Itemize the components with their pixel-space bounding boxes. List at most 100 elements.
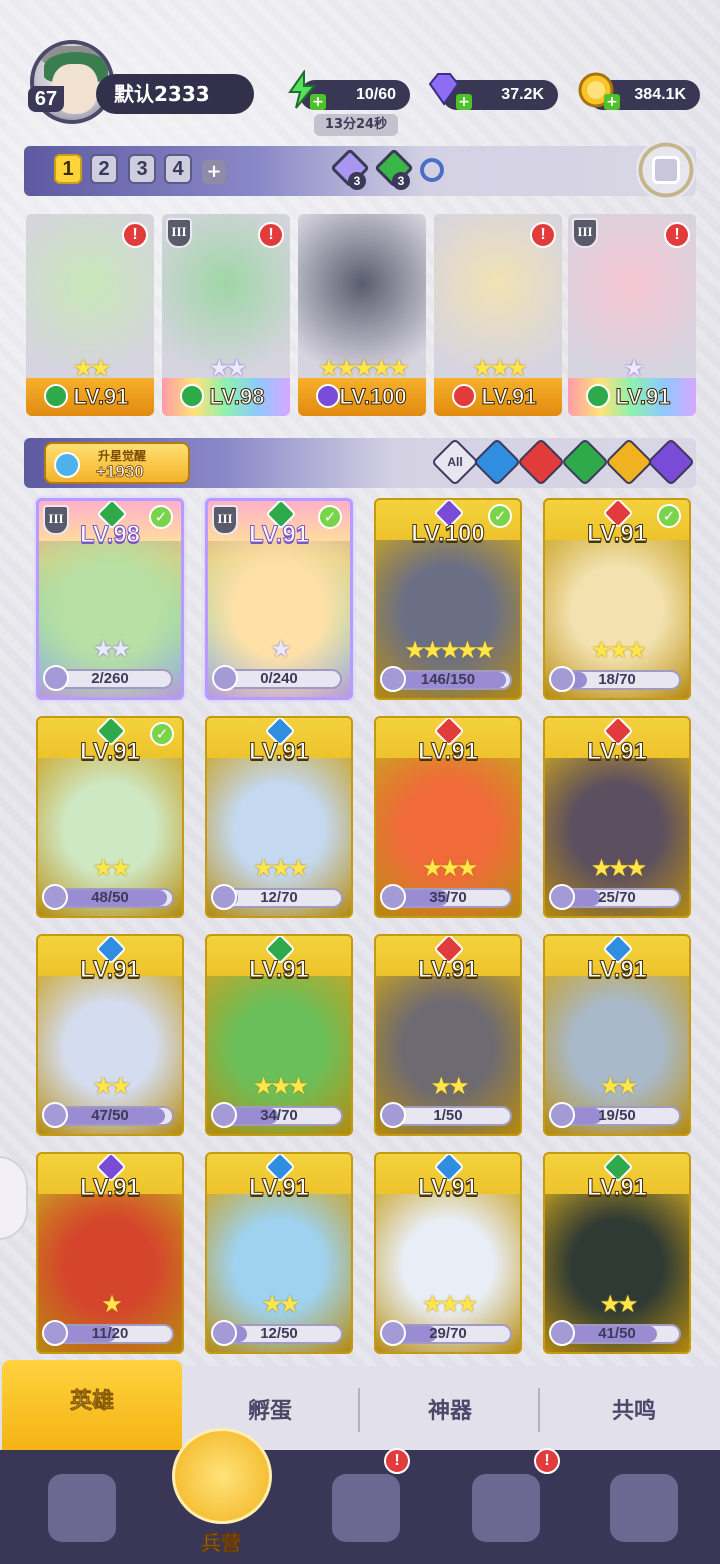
- player-name[interactable]: 默认2333: [96, 74, 254, 114]
- hero-card[interactable]: LV.91 ★ 11/20: [36, 1152, 184, 1354]
- shard-progress-bar: 146/150: [380, 666, 512, 692]
- hero-card[interactable]: LV.91 ✓ ★★★ 18/70: [543, 498, 691, 700]
- element-icon: [316, 384, 340, 408]
- team-green-gem-counter: 3: [374, 148, 414, 190]
- in-team-check-icon: ✓: [318, 505, 342, 529]
- add-gold-button[interactable]: +: [604, 94, 620, 110]
- shard-icon: [43, 665, 69, 691]
- hero-card[interactable]: LV.91 ★★ 47/50: [36, 934, 184, 1136]
- share-button[interactable]: [636, 140, 696, 200]
- add-gems-button[interactable]: +: [456, 94, 472, 110]
- share-icon: [652, 156, 680, 184]
- tab-resonance[interactable]: 共鸣: [544, 1374, 720, 1450]
- team-slot-3[interactable]: 3: [128, 154, 156, 184]
- shard-icon: [212, 665, 238, 691]
- castle-icon: [472, 1474, 540, 1542]
- hero-stars: ★★: [261, 1290, 300, 1318]
- tab-divider: [538, 1388, 540, 1432]
- hero-level: LV.91: [417, 1174, 479, 1202]
- hero-level: LV.91: [417, 956, 479, 984]
- hero-stars: ★★★: [590, 854, 648, 882]
- team-slot-1[interactable]: 1: [54, 154, 82, 184]
- hero-level: LV.91: [586, 1174, 648, 1202]
- lineup-hero-card[interactable]: ★★ LV.91!: [26, 214, 154, 416]
- hero-card[interactable]: LV.91 ★★★ 35/70: [374, 716, 522, 918]
- search-icon[interactable]: [420, 158, 444, 182]
- hero-level: LV.91: [586, 738, 648, 766]
- hero-card[interactable]: LV.91 ★★ 19/50: [543, 934, 691, 1136]
- hero-level: LV.91: [79, 956, 141, 984]
- lineup-hero-card[interactable]: ★★ LV.98 III!: [162, 214, 290, 416]
- side-chat-bubble[interactable]: [0, 1156, 28, 1240]
- hero-card[interactable]: LV.91 ★★ 1/50: [374, 934, 522, 1136]
- in-team-check-icon: ✓: [150, 722, 174, 746]
- shard-progress-bar: 12/50: [211, 1320, 343, 1346]
- element-icon: [586, 384, 610, 408]
- team-slot-2[interactable]: 2: [90, 154, 118, 184]
- shard-icon: [211, 1320, 237, 1346]
- hero-card[interactable]: LV.91 ★★★ 25/70: [543, 716, 691, 918]
- shard-progress-bar: 2/260: [43, 665, 173, 691]
- hero-card[interactable]: LV.91 ★★★ 12/70: [205, 716, 353, 918]
- nav-barracks[interactable]: 兵营: [164, 1428, 278, 1562]
- alert-icon: !: [258, 222, 284, 248]
- filter-light-icon[interactable]: [604, 437, 654, 487]
- hero-card[interactable]: LV.91 ★★★ 34/70: [205, 934, 353, 1136]
- add-team-button[interactable]: +: [202, 160, 226, 184]
- hero-stars: ★★: [599, 1290, 638, 1318]
- shard-icon: [549, 884, 575, 910]
- shard-progress-bar: 11/20: [42, 1320, 174, 1346]
- shard-icon: [549, 1102, 575, 1128]
- nav-map[interactable]: !: [314, 1448, 414, 1554]
- shard-progress-bar: 19/50: [549, 1102, 681, 1128]
- hero-level: LV.91: [586, 956, 648, 984]
- lineup-hero-card[interactable]: ★★★ LV.91!: [434, 214, 562, 416]
- hero-card[interactable]: LV.91 ✓ ★★ 48/50: [36, 716, 184, 918]
- hero-level: LV.91: [79, 1174, 141, 1202]
- nav-cards[interactable]: [30, 1464, 130, 1554]
- filter-fire-icon[interactable]: [516, 437, 566, 487]
- hero-card[interactable]: LV.91 ★★★ 29/70: [374, 1152, 522, 1354]
- lineup-hero-card[interactable]: ★★★★★ LV.100: [298, 214, 426, 416]
- in-team-check-icon: ✓: [149, 505, 173, 529]
- shard-progress-bar: 18/70: [549, 666, 681, 692]
- hero-stars: ★★: [430, 1072, 469, 1100]
- shard-progress-bar: 47/50: [42, 1102, 174, 1128]
- team-bar: 1 2 3 4 + 3 3: [24, 140, 696, 200]
- shard-icon: [42, 1320, 68, 1346]
- tier-badge-icon: III: [212, 505, 238, 535]
- nav-castle[interactable]: !: [454, 1448, 560, 1554]
- shard-progress-bar: 41/50: [549, 1320, 681, 1346]
- shard-progress-bar: 29/70: [380, 1320, 512, 1346]
- team-slot-4[interactable]: 4: [164, 154, 192, 184]
- hero-card[interactable]: LV.91 ★★ 41/50: [543, 1152, 691, 1354]
- tab-heroes[interactable]: 英雄: [2, 1360, 182, 1450]
- awaken-button[interactable]: 升星觉醒 +1930: [44, 442, 190, 484]
- hero-level: LV.91: [248, 956, 310, 984]
- shard-icon: [380, 666, 406, 692]
- hero-stars: ★★★: [421, 1290, 479, 1318]
- hero-stars: ★★: [92, 854, 131, 882]
- add-energy-button[interactable]: +: [310, 94, 326, 110]
- bottom-nav: 兵营 ! !: [0, 1428, 720, 1564]
- nav-mushroom[interactable]: [592, 1464, 692, 1554]
- shard-icon: [549, 666, 575, 692]
- tab-artifact[interactable]: 神器: [360, 1374, 540, 1450]
- shard-progress-bar: 12/70: [211, 884, 343, 910]
- mushroom-icon: [610, 1474, 678, 1542]
- filter-all-icon[interactable]: All: [430, 437, 480, 487]
- sub-tab-bar: 英雄 孵蛋 神器 共鸣: [0, 1360, 720, 1450]
- hero-card[interactable]: LV.91 ★★ 12/50: [205, 1152, 353, 1354]
- shard-icon: [211, 1102, 237, 1128]
- filter-water-icon[interactable]: [472, 437, 522, 487]
- filter-nature-icon[interactable]: [560, 437, 610, 487]
- filter-dark-icon[interactable]: [646, 437, 696, 487]
- hero-card[interactable]: LV.98 III ✓ ★★ 2/260: [36, 498, 184, 700]
- hero-level: LV.91: [248, 1174, 310, 1202]
- nav-map-alert-icon: !: [384, 1448, 410, 1474]
- player-level-badge: 67: [28, 86, 64, 112]
- lineup-hero-card[interactable]: ★ LV.91 III!: [568, 214, 696, 416]
- hero-card[interactable]: LV.91 III ✓ ★ 0/240: [205, 498, 353, 700]
- hero-card[interactable]: LV.100 ✓ ★★★★★ 146/150: [374, 498, 522, 700]
- element-icon: [180, 384, 204, 408]
